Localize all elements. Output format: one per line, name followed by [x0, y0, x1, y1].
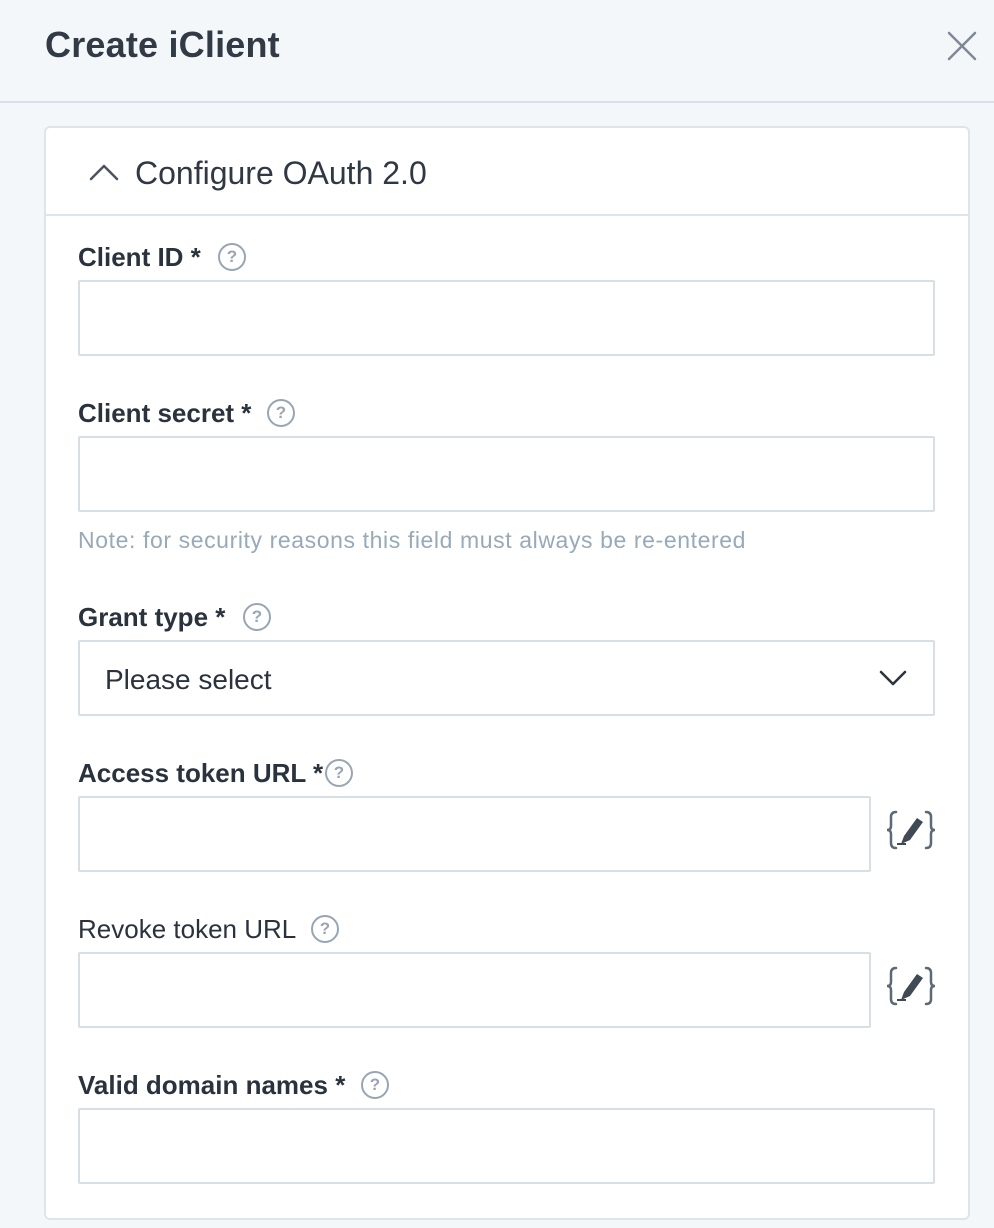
client-secret-label: Client secret * — [78, 398, 252, 428]
client-secret-note: Note: for security reasons this field mu… — [78, 527, 747, 553]
access-token-url-help-icon[interactable]: ? — [325, 759, 353, 787]
grant-type-selected-value: Please select — [105, 664, 272, 695]
variable-editor-icon[interactable] — [886, 964, 936, 1008]
valid-domain-names-input[interactable] — [78, 1108, 935, 1184]
grant-type-help-icon[interactable]: ? — [243, 603, 271, 631]
chevron-up-icon[interactable] — [88, 162, 120, 182]
client-secret-help-icon[interactable]: ? — [267, 399, 295, 427]
section-toggle[interactable]: Configure OAuth 2.0 — [46, 128, 968, 216]
client-secret-input[interactable] — [78, 436, 935, 512]
variable-editor-icon[interactable] — [886, 808, 936, 852]
access-token-url-label: Access token URL * — [78, 758, 324, 788]
revoke-token-url-help-icon[interactable]: ? — [311, 915, 339, 943]
access-token-url-input[interactable] — [78, 796, 871, 872]
dialog-title: Create iClient — [45, 24, 280, 65]
valid-domain-names-help-icon[interactable]: ? — [361, 1071, 389, 1099]
valid-domain-names-label: Valid domain names * — [78, 1070, 346, 1100]
client-id-help-icon[interactable]: ? — [218, 243, 246, 271]
revoke-token-url-label: Revoke token URL — [78, 914, 297, 944]
revoke-token-url-input[interactable] — [78, 952, 871, 1028]
grant-type-select[interactable]: Please select — [78, 640, 935, 716]
client-id-input[interactable] — [78, 280, 935, 356]
client-id-label: Client ID * — [78, 242, 201, 272]
close-icon[interactable] — [944, 28, 980, 64]
dialog-header: Create iClient — [0, 0, 994, 103]
chevron-down-icon — [879, 670, 907, 686]
section-title: Configure OAuth 2.0 — [135, 155, 427, 191]
grant-type-label: Grant type * — [78, 602, 226, 632]
